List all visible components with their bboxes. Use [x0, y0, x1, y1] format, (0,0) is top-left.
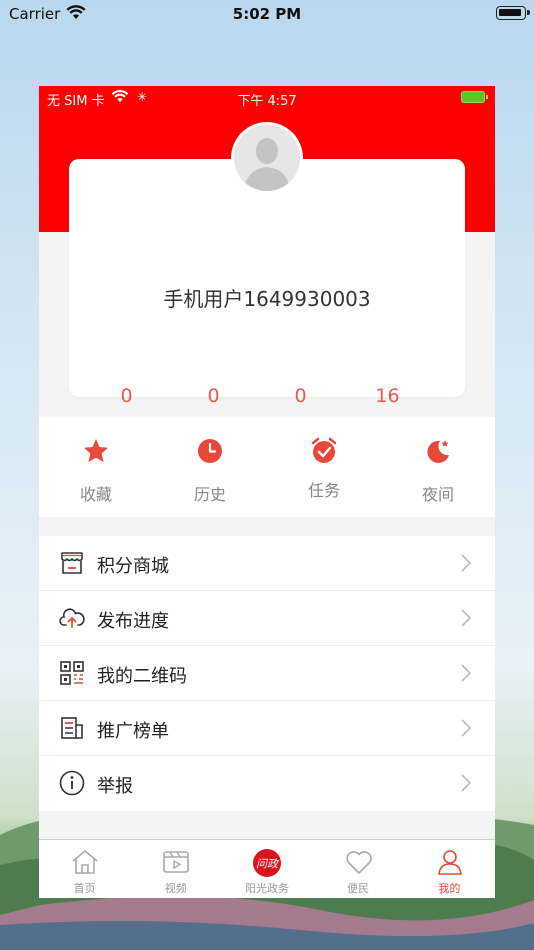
- tab-mine[interactable]: 我的: [404, 840, 495, 898]
- star-icon: [82, 437, 110, 465]
- tab-label: 阳光政务: [244, 882, 289, 895]
- stat-value: 0: [294, 385, 307, 407]
- app-status-time: 下午 4:57: [237, 94, 297, 109]
- quick-actions: 收藏 历史 任务 夜间: [39, 417, 495, 517]
- default-avatar-icon: [234, 125, 300, 191]
- clock-icon: [196, 437, 224, 465]
- quick-label: 任务: [307, 481, 340, 500]
- menu-item-report[interactable]: 举报: [39, 756, 495, 811]
- qrcode-icon: [59, 660, 85, 686]
- tab-label: 视频: [164, 882, 187, 895]
- video-icon: [161, 848, 191, 876]
- battery-charging-icon: [461, 91, 488, 103]
- heart-icon: [344, 848, 374, 876]
- chevron-right-icon: [461, 554, 472, 572]
- menu-item-publish-progress[interactable]: 发布进度: [39, 591, 495, 646]
- alarm-check-icon: [310, 437, 338, 465]
- app-screen: 无 SIM 卡 ✳ 下午 4:57 0 动态 0 关注 0 粉丝 16 积分: [39, 86, 495, 898]
- menu-label: 我的二维码: [97, 666, 187, 687]
- quick-label: 历史: [193, 485, 226, 504]
- tab-label: 我的: [438, 882, 461, 895]
- menu-label: 积分商城: [97, 556, 169, 577]
- tab-video[interactable]: 视频: [130, 840, 221, 898]
- chevron-right-icon: [461, 609, 472, 627]
- settings-menu: 积分商城 发布进度 我的二维码 推广榜单 举报: [39, 536, 495, 811]
- home-icon: [70, 848, 100, 876]
- stat-value: 0: [120, 385, 133, 407]
- quick-night-mode[interactable]: 夜间: [381, 417, 495, 517]
- tab-label: 便民: [347, 882, 370, 895]
- gov-badge-text: 问政: [256, 858, 280, 871]
- device-time: 5:02 PM: [232, 5, 302, 23]
- gov-badge-icon: 问政: [252, 848, 282, 877]
- menu-item-ranking[interactable]: 推广榜单: [39, 701, 495, 756]
- quick-history[interactable]: 历史: [153, 417, 267, 517]
- stat-value: 0: [207, 385, 220, 407]
- tab-sunshine-gov[interactable]: 问政 阳光政务: [221, 840, 312, 898]
- menu-label: 推广榜单: [97, 721, 169, 742]
- chevron-right-icon: [461, 664, 472, 682]
- chevron-right-icon: [461, 719, 472, 737]
- info-icon: [59, 770, 85, 796]
- quick-label: 夜间: [421, 485, 454, 504]
- menu-item-points-store[interactable]: 积分商城: [39, 536, 495, 591]
- chevron-right-icon: [461, 774, 472, 792]
- profile-card: 0 动态 0 关注 0 粉丝 16 积分 手机用户1649930003: [69, 159, 465, 447]
- username[interactable]: 手机用户1649930003: [69, 283, 465, 312]
- profile-icon: [435, 848, 465, 876]
- tab-home[interactable]: 首页: [39, 840, 130, 898]
- moon-icon: [424, 437, 452, 465]
- stat-value: 16: [375, 385, 400, 407]
- cloud-upload-icon: [59, 605, 85, 631]
- quick-label: 收藏: [79, 485, 112, 504]
- menu-label: 发布进度: [97, 611, 169, 632]
- tab-label: 首页: [73, 882, 96, 895]
- menu-label: 举报: [97, 776, 133, 797]
- avatar[interactable]: [231, 122, 303, 194]
- device-status-bar: Carrier 5:02 PM: [0, 0, 534, 28]
- tab-convenience[interactable]: 便民: [313, 840, 404, 898]
- ranking-icon: [59, 715, 85, 741]
- quick-tasks[interactable]: 任务: [267, 417, 381, 517]
- menu-item-my-qrcode[interactable]: 我的二维码: [39, 646, 495, 701]
- bottom-tab-bar: 首页 视频 问政 阳光政务 便民 我的: [39, 839, 495, 898]
- store-icon: [59, 550, 85, 576]
- quick-favorites[interactable]: 收藏: [39, 417, 153, 517]
- app-status-bar: 无 SIM 卡 ✳ 下午 4:57: [39, 86, 495, 110]
- battery-icon: [496, 6, 530, 20]
